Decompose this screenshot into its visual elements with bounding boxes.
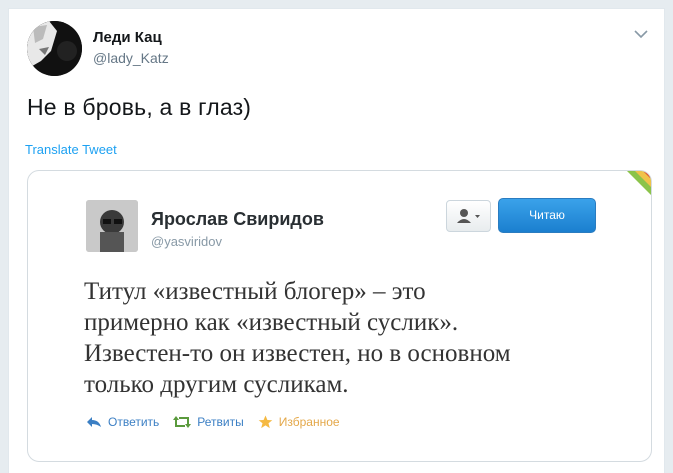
chevron-down-icon[interactable] — [632, 27, 650, 41]
retweet-action[interactable]: Ретвиты — [173, 415, 244, 429]
favorite-action[interactable]: Избранное — [258, 415, 340, 429]
user-icon — [457, 209, 471, 223]
retweet-icon — [173, 416, 192, 428]
user-actions-dropdown[interactable] — [446, 200, 491, 232]
corner-ribbon-icon — [625, 171, 651, 197]
tweet-card: Леди Кац @lady_Katz Не в бровь, а в глаз… — [8, 8, 665, 473]
quote-line: Титул «известный блогер» – это — [84, 278, 426, 305]
quoted-action-bar: Ответить Ретвиты Избранное — [86, 415, 340, 429]
star-icon — [258, 415, 273, 429]
quote-line: только другим сусликам. — [84, 371, 349, 398]
follow-button[interactable]: Читаю — [498, 198, 596, 233]
tweet-text: Не в бровь, а в глаз) — [27, 94, 252, 120]
favorite-label: Избранное — [278, 415, 340, 429]
quoted-avatar — [86, 200, 138, 252]
retweet-label: Ретвиты — [197, 415, 244, 429]
avatar[interactable] — [27, 21, 82, 76]
translate-tweet-link[interactable]: Translate Tweet — [25, 142, 117, 157]
display-name[interactable]: Леди Кац — [93, 29, 162, 46]
quoted-username: @yasviridov — [151, 234, 222, 249]
quote-line: примерно как «известный суслик». — [84, 309, 459, 336]
quoted-display-name: Ярослав Свиридов — [151, 209, 324, 229]
tweet-media-image[interactable]: Ярослав Свиридов @yasviridov Читаю Титул… — [27, 170, 652, 462]
quote-line: Известен-то он известен, но в основном — [84, 340, 511, 367]
reply-arrow-icon — [87, 417, 101, 427]
quoted-tweet-text: Титул «известный блогер» – это примерно … — [84, 276, 624, 400]
caret-icon — [475, 215, 480, 218]
reply-label: Ответить — [108, 415, 160, 429]
username[interactable]: @lady_Katz — [93, 50, 169, 66]
reply-action[interactable]: Ответить — [86, 415, 159, 429]
